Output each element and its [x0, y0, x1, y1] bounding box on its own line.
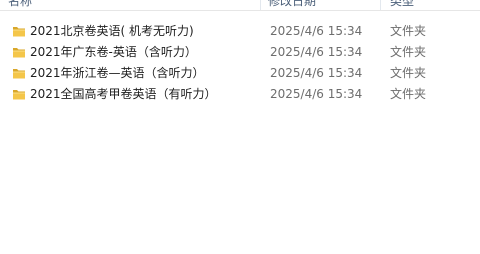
file-type: 文件夹 [390, 45, 427, 59]
folder-icon [13, 27, 25, 37]
column-header-name[interactable]: 名称 [8, 0, 32, 10]
file-name: 2021年广东卷-英语（含听力） [30, 45, 197, 59]
file-type: 文件夹 [390, 66, 427, 80]
file-row[interactable]: 2021年浙江卷—英语（含听力） 2025/4/6 15:34 文件夹 [0, 63, 480, 84]
file-name: 2021北京卷英语( 机考无听力) [30, 24, 194, 38]
folder-icon [13, 69, 25, 79]
column-header-date-modified[interactable]: 修改日期 [268, 0, 316, 10]
file-date-modified: 2025/4/6 15:34 [270, 87, 363, 101]
file-row[interactable]: 2021北京卷英语( 机考无听力) 2025/4/6 15:34 文件夹 [0, 21, 480, 42]
file-row[interactable]: 2021全国高考甲卷英语（有听力） 2025/4/6 15:34 文件夹 [0, 84, 480, 105]
column-divider[interactable] [380, 0, 381, 10]
file-name: 2021全国高考甲卷英语（有听力） [30, 87, 217, 101]
column-divider[interactable] [260, 0, 261, 10]
file-type: 文件夹 [390, 24, 427, 38]
file-date-modified: 2025/4/6 15:34 [270, 45, 363, 59]
folder-icon [13, 48, 25, 58]
file-date-modified: 2025/4/6 15:34 [270, 66, 363, 80]
file-explorer-list: 名称 修改日期 类型 2021北京卷英语( 机考无听力) 2025/4/6 15… [0, 0, 480, 254]
file-date-modified: 2025/4/6 15:34 [270, 24, 363, 38]
folder-icon [13, 90, 25, 100]
column-header-type[interactable]: 类型 [390, 0, 414, 10]
file-row[interactable]: 2021年广东卷-英语（含听力） 2025/4/6 15:34 文件夹 [0, 42, 480, 63]
file-list: 2021北京卷英语( 机考无听力) 2025/4/6 15:34 文件夹 202… [0, 21, 480, 105]
column-header-bar: 名称 修改日期 类型 [0, 0, 480, 11]
file-type: 文件夹 [390, 87, 427, 101]
file-name: 2021年浙江卷—英语（含听力） [30, 66, 205, 80]
